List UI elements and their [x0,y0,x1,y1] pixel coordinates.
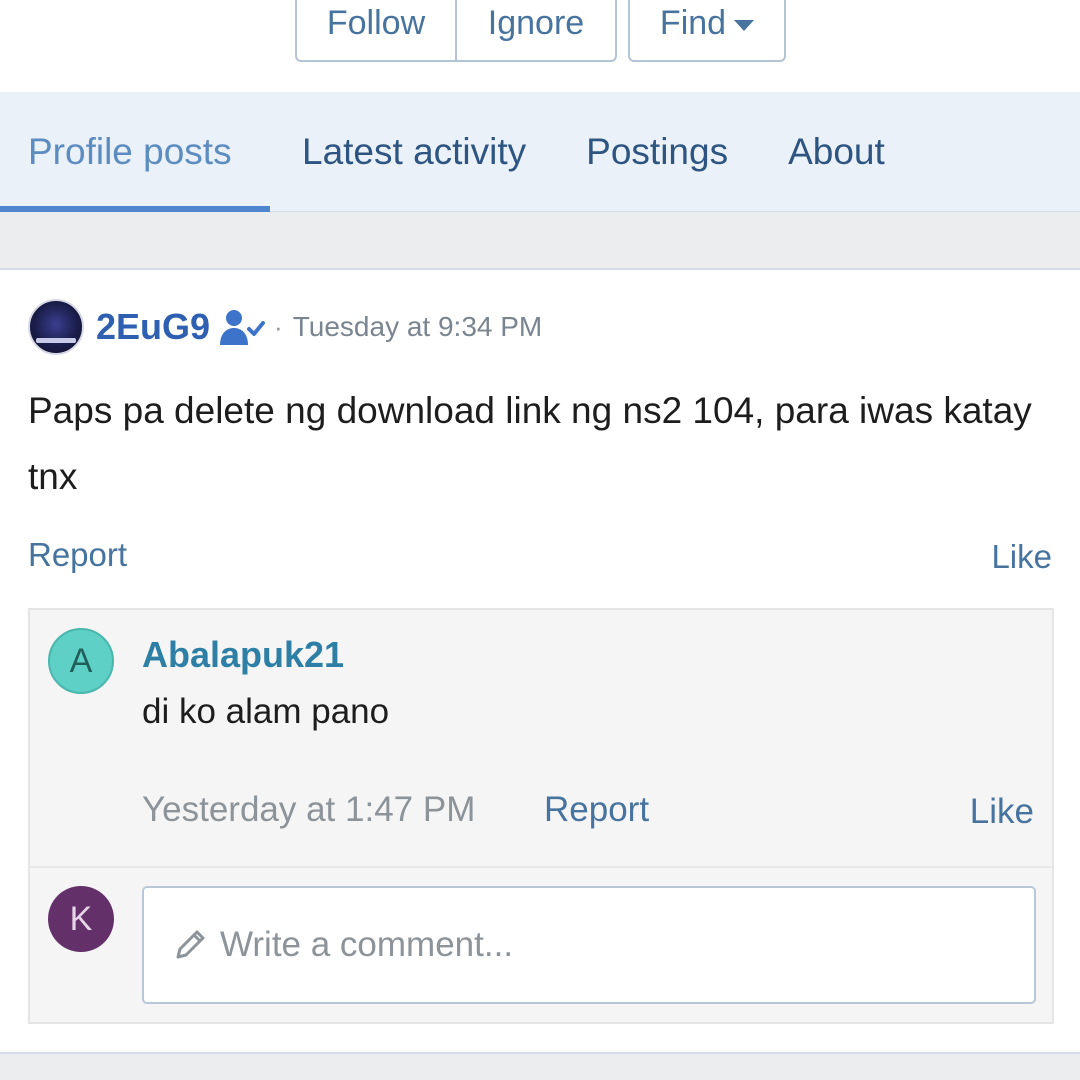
user-check-icon [220,310,266,345]
comment-item: A Abalapuk21 di ko alam pano Yesterday a… [30,610,1052,868]
ignore-label: Ignore [487,3,585,42]
section-divider [0,212,1080,270]
comment-username[interactable]: Abalapuk21 [142,634,344,676]
pencil-icon [176,930,205,959]
tab-latest-activity[interactable]: Latest activity [274,92,554,212]
find-group: Find [628,0,786,62]
find-button[interactable]: Find [630,0,784,60]
avatar: K [48,886,114,952]
comment-timestamp[interactable]: Yesterday at 1:47 PM [142,790,475,830]
post-timestamp[interactable]: Tuesday at 9:34 PM [293,311,543,343]
comment-text: di ko alam pano [142,692,390,731]
post-body: Paps pa delete ng download link ng ns2 1… [28,390,1032,497]
follow-label: Follow [326,3,426,42]
avatar-letter: A [69,641,93,680]
caret-down-icon [734,19,755,31]
follow-button[interactable]: Follow [297,0,455,60]
comment-input[interactable]: Write a comment... [142,886,1036,1004]
post-report-link[interactable]: Report [28,536,127,574]
tab-postings[interactable]: Postings [558,92,756,212]
avatar-letter: K [69,899,93,938]
avatar[interactable]: A [48,628,114,694]
tab-label: Postings [586,130,729,172]
tab-label: About [788,130,885,172]
profile-actions: Follow Ignore Find [0,0,1080,92]
tab-about[interactable]: About [760,92,913,212]
post-username[interactable]: 2EuG9 [96,306,210,348]
tab-profile-posts[interactable]: Profile posts [0,92,270,213]
tab-label: Profile posts [28,130,232,172]
comment-report-link[interactable]: Report [544,790,649,830]
comment-placeholder: Write a comment... [220,925,514,964]
profile-post: 2EuG9 · Tuesday at 9:34 PM Paps pa delet… [0,270,1080,1052]
comment-like-link[interactable]: Like [970,792,1034,832]
comments-section: A Abalapuk21 di ko alam pano Yesterday a… [28,608,1054,1024]
avatar[interactable] [28,299,84,355]
post-like-link[interactable]: Like [991,538,1052,576]
ignore-button[interactable]: Ignore [455,0,615,60]
section-divider [0,1052,1080,1080]
post-header: 2EuG9 · Tuesday at 9:34 PM [28,298,542,356]
tab-label: Latest activity [302,130,527,172]
profile-tabs: Profile posts Latest activity Postings A… [0,92,1080,213]
follow-ignore-group: Follow Ignore [295,0,617,62]
find-label: Find [659,3,727,42]
separator-dot: · [274,311,283,342]
